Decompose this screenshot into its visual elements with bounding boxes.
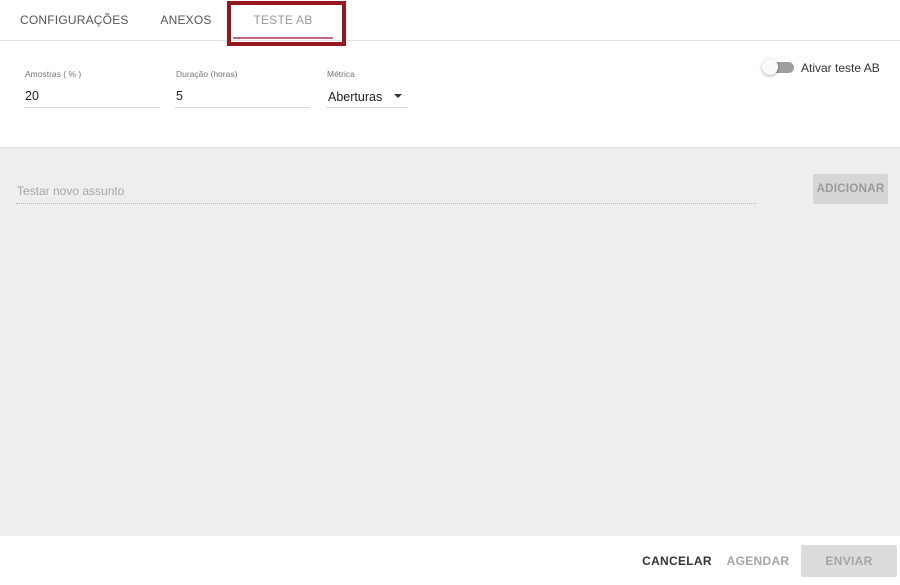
tab-anexos[interactable]: ANEXOS [160, 0, 212, 40]
dropdown-caret-icon [394, 94, 402, 98]
cancelar-button[interactable]: CANCELAR [640, 545, 714, 577]
tab-configuracoes[interactable]: CONFIGURAÇÕES [20, 0, 128, 40]
tab-bar: CONFIGURAÇÕES ANEXOS TESTE AB [0, 0, 900, 41]
duracao-label: Duração (horas) [176, 69, 238, 79]
ativar-teste-ab-label: Ativar teste AB [801, 61, 880, 75]
agendar-button[interactable]: AGENDAR [725, 545, 791, 577]
ativar-teste-ab-toggle[interactable] [762, 59, 794, 75]
toggle-knob [762, 59, 778, 75]
tab-highlight-box [227, 1, 346, 46]
enviar-agora-button[interactable]: ENVIAR AGORA [801, 545, 897, 577]
metrica-label: Métrica [327, 69, 355, 79]
metrica-select[interactable]: Aberturas [326, 84, 408, 108]
subject-test-panel: ADICIONAR [0, 147, 900, 536]
adicionar-button[interactable]: ADICIONAR [813, 174, 888, 204]
amostras-label: Amostras ( % ) [25, 69, 82, 79]
amostras-input[interactable] [24, 84, 159, 108]
dialog-footer: CANCELAR AGENDAR ENVIAR AGORA [0, 536, 900, 585]
novo-assunto-input[interactable] [16, 178, 756, 204]
metrica-selected-value: Aberturas [328, 90, 383, 104]
duracao-input[interactable] [175, 84, 310, 108]
